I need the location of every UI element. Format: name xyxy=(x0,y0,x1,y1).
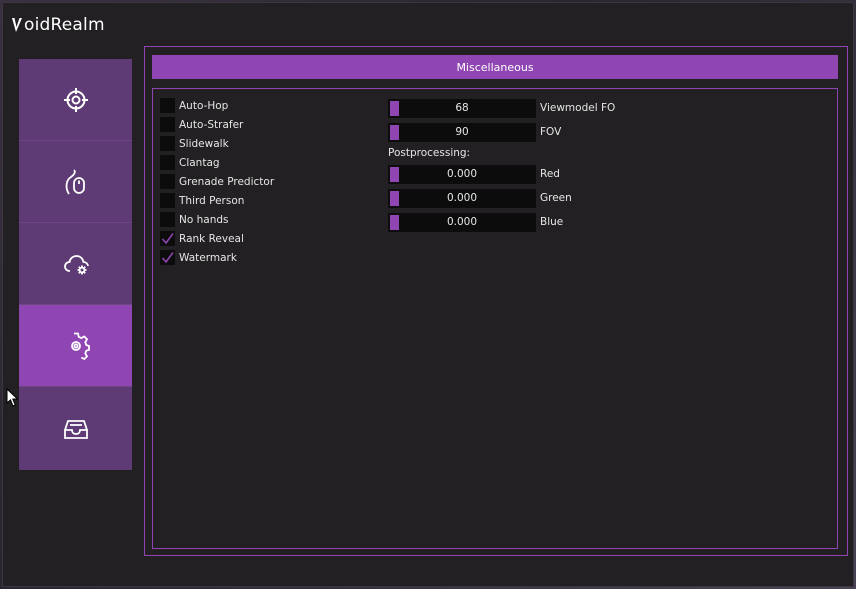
sidebar xyxy=(19,59,132,470)
checkbox[interactable] xyxy=(160,98,175,113)
sidebar-tab-aimbot[interactable] xyxy=(19,59,132,141)
slider-row: 0.000 Green xyxy=(388,186,688,210)
checkbox-row[interactable]: No hands xyxy=(160,210,380,229)
checkbox-label: Rank Reveal xyxy=(179,232,244,245)
sidebar-tab-misc[interactable] xyxy=(19,305,132,387)
checkbox-row[interactable]: Auto-Hop xyxy=(160,96,380,115)
checkbox[interactable] xyxy=(160,212,175,227)
slider-value: 0.000 xyxy=(446,168,478,180)
slider-value: 0.000 xyxy=(446,192,478,204)
slider-row: 0.000 Red xyxy=(388,162,688,186)
checkbox-row[interactable]: Slidewalk xyxy=(160,134,380,153)
slider-value: 90 xyxy=(455,126,469,138)
slider-track[interactable]: 90 xyxy=(388,122,536,142)
inbox-tray-icon xyxy=(63,419,88,439)
checkbox-label: Auto-Hop xyxy=(179,99,229,112)
slider-track[interactable]: 0.000 xyxy=(388,164,536,184)
checkbox-row[interactable]: Rank Reveal xyxy=(160,229,380,248)
checkbox-label: Clantag xyxy=(179,156,220,169)
checkmark-icon xyxy=(161,252,174,264)
mouse-cursor-icon xyxy=(6,388,19,407)
checkbox-label: No hands xyxy=(179,213,229,226)
checkbox-row[interactable]: Third Person xyxy=(160,191,380,210)
sidebar-tab-cloud[interactable] xyxy=(19,223,132,305)
checkbox[interactable] xyxy=(160,250,175,265)
checkbox[interactable] xyxy=(160,155,175,170)
slider-track[interactable]: 0.000 xyxy=(388,188,536,208)
slider-value: 68 xyxy=(455,102,469,114)
checkbox-list: Auto-Hop Auto-Strafer Slidewalk Clantag Gren… xyxy=(160,96,380,267)
slider-track[interactable]: 0.000 xyxy=(388,212,536,232)
checkbox-row[interactable]: Grenade Predictor xyxy=(160,172,380,191)
checkbox-label: Watermark xyxy=(179,251,237,264)
app-window: oidRealm Miscellaneous Auto-Hop Auto-Str… xyxy=(2,2,854,587)
checkbox-label: Grenade Predictor xyxy=(179,175,275,188)
slider-row: 0.000 Blue xyxy=(388,210,688,234)
sidebar-tab-configs[interactable] xyxy=(19,387,132,470)
app-title: oidRealm xyxy=(11,14,105,36)
slider-track[interactable]: 68 xyxy=(388,98,536,118)
slider-row: 90 FOV xyxy=(388,120,688,144)
checkbox[interactable] xyxy=(160,193,175,208)
checkbox-label: Auto-Strafer xyxy=(179,118,244,131)
slider-label: FOV xyxy=(540,126,562,138)
panel-header: Miscellaneous xyxy=(152,55,838,79)
slider-list: 68 Viewmodel FO 90 FOV Postprocessing: 0.00… xyxy=(388,96,688,234)
checkbox-row[interactable]: Watermark xyxy=(160,248,380,267)
checkbox[interactable] xyxy=(160,231,175,246)
slider-value: 0.000 xyxy=(446,216,478,228)
checkbox[interactable] xyxy=(160,117,175,132)
postprocessing-label: Postprocessing: xyxy=(388,147,471,159)
slider-label: Viewmodel FO xyxy=(540,102,616,114)
slider-row: 68 Viewmodel FO xyxy=(388,96,688,120)
mouse-icon xyxy=(65,168,85,194)
panel-content: Auto-Hop Auto-Strafer Slidewalk Clantag Gren… xyxy=(152,88,838,549)
cloud-gear-icon xyxy=(63,254,89,274)
checkbox-row[interactable]: Auto-Strafer xyxy=(160,115,380,134)
slider-label: Green xyxy=(540,192,572,204)
checkbox[interactable] xyxy=(160,136,175,151)
sidebar-tab-mouse[interactable] xyxy=(19,141,132,223)
slider-label: Blue xyxy=(540,216,564,228)
checkmark-icon xyxy=(161,233,174,245)
misc-panel: Miscellaneous Auto-Hop Auto-Strafer Slidew… xyxy=(144,46,848,556)
crosshair-icon xyxy=(63,87,88,112)
v-logo-icon xyxy=(12,18,22,32)
checkbox-label: Slidewalk xyxy=(179,137,229,150)
checkbox[interactable] xyxy=(160,174,175,189)
checkbox-row[interactable]: Clantag xyxy=(160,153,380,172)
slider-label: Red xyxy=(540,168,560,180)
gear-icon xyxy=(70,332,90,360)
app-title-text: oidRealm xyxy=(24,15,105,35)
checkbox-label: Third Person xyxy=(179,194,245,207)
